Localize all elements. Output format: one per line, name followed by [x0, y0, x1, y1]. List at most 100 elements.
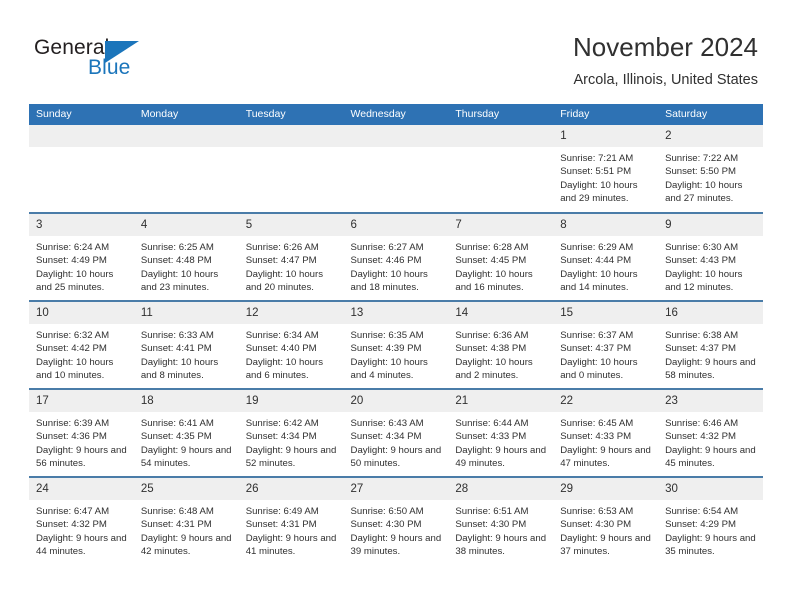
day-number: 9: [658, 214, 763, 236]
calendar-day-cell[interactable]: 22 Sunrise: 6:45 AM Sunset: 4:33 PM Dayligh…: [553, 388, 659, 477]
daylight-text: Daylight: 9 hours and 45 minutes.: [665, 444, 756, 470]
day-number: 18: [133, 390, 239, 412]
day-details: Sunrise: 6:47 AM Sunset: 4:32 PM Daylight:…: [29, 500, 134, 559]
sunrise-text: Sunrise: 6:48 AM: [140, 506, 214, 517]
day-number: 19: [238, 390, 344, 412]
day-number: 17: [29, 390, 134, 412]
calendar-day-cell[interactable]: 16 Sunrise: 6:38 AM Sunset: 4:37 PM Dayligh…: [658, 300, 763, 389]
day-number: 24: [29, 478, 134, 500]
calendar-day-cell[interactable]: 5 Sunrise: 6:26 AM Sunset: 4:47 PM Daylight…: [238, 212, 344, 301]
calendar-day-cell[interactable]: 23 Sunrise: 6:46 AM Sunset: 4:32 PM Dayligh…: [658, 388, 763, 477]
general-blue-logo[interactable]: General Blue: [34, 36, 164, 82]
day-details: Sunrise: 6:26 AM Sunset: 4:47 PM Daylight:…: [239, 236, 344, 295]
day-number: 29: [553, 478, 659, 500]
sunrise-text: Sunrise: 6:41 AM: [140, 418, 214, 429]
day-details: Sunrise: 6:53 AM Sunset: 4:30 PM Daylight:…: [553, 500, 658, 559]
sunrise-text: Sunrise: 6:46 AM: [665, 418, 739, 429]
calendar-week-row: 10 Sunrise: 6:32 AM Sunset: 4:42 PM Dayligh…: [29, 300, 763, 389]
day-details: Sunrise: 6:33 AM Sunset: 4:41 PM Daylight:…: [134, 324, 239, 383]
day-number: [133, 125, 239, 147]
day-details: Sunrise: 6:38 AM Sunset: 4:37 PM Daylight:…: [658, 324, 763, 383]
calendar-day-cell[interactable]: 30 Sunrise: 6:54 AM Sunset: 4:29 PM Dayligh…: [658, 476, 763, 565]
day-details: Sunrise: 6:36 AM Sunset: 4:38 PM Daylight:…: [448, 324, 553, 383]
sunset-text: Sunset: 4:47 PM: [245, 255, 317, 267]
calendar-day-cell[interactable]: 1 Sunrise: 7:21 AM Sunset: 5:51 PM Daylight…: [553, 125, 659, 213]
day-details: Sunrise: 6:30 AM Sunset: 4:43 PM Daylight:…: [658, 236, 763, 295]
day-number: 11: [133, 302, 239, 324]
day-details: Sunrise: 6:42 AM Sunset: 4:34 PM Daylight:…: [239, 412, 344, 471]
daylight-text: Daylight: 9 hours and 42 minutes.: [140, 532, 232, 558]
daylight-text: Daylight: 10 hours and 14 minutes.: [560, 268, 638, 294]
calendar-day-cell[interactable]: 18 Sunrise: 6:41 AM Sunset: 4:35 PM Dayligh…: [133, 388, 239, 477]
calendar-day-cell[interactable]: 21 Sunrise: 6:44 AM Sunset: 4:33 PM Dayligh…: [448, 388, 554, 477]
calendar-day-cell[interactable]: 25 Sunrise: 6:48 AM Sunset: 4:31 PM Dayligh…: [133, 476, 239, 565]
day-details: Sunrise: 6:50 AM Sunset: 4:30 PM Daylight:…: [344, 500, 449, 559]
calendar-body: 1 Sunrise: 7:21 AM Sunset: 5:51 PM Daylight…: [29, 125, 763, 565]
sunset-text: Sunset: 4:29 PM: [665, 519, 736, 531]
day-number: 16: [658, 302, 763, 324]
calendar-day-cell[interactable]: 3 Sunrise: 6:24 AM Sunset: 4:49 PM Daylight…: [29, 212, 134, 301]
daylight-text: Daylight: 10 hours and 20 minutes.: [245, 268, 324, 294]
day-details: Sunrise: 6:35 AM Sunset: 4:39 PM Daylight:…: [344, 324, 449, 383]
sunrise-text: Sunrise: 6:53 AM: [560, 506, 634, 517]
daylight-text: Daylight: 9 hours and 50 minutes.: [350, 444, 442, 470]
day-number: 20: [343, 390, 449, 412]
calendar-day-cell[interactable]: 13 Sunrise: 6:35 AM Sunset: 4:39 PM Dayligh…: [343, 300, 449, 389]
calendar-day-cell[interactable]: 12 Sunrise: 6:34 AM Sunset: 4:40 PM Dayligh…: [238, 300, 344, 389]
calendar-week-row: 24 Sunrise: 6:47 AM Sunset: 4:32 PM Dayligh…: [29, 476, 763, 565]
sunset-text: Sunset: 4:32 PM: [36, 519, 107, 531]
day-details: Sunrise: 6:34 AM Sunset: 4:40 PM Daylight:…: [239, 324, 344, 383]
sunset-text: Sunset: 4:41 PM: [140, 343, 212, 355]
calendar-day-cell[interactable]: 11 Sunrise: 6:33 AM Sunset: 4:41 PM Dayligh…: [133, 300, 239, 389]
calendar-day-cell[interactable]: 6 Sunrise: 6:27 AM Sunset: 4:46 PM Daylight…: [343, 212, 449, 301]
calendar-day-cell[interactable]: 17 Sunrise: 6:39 AM Sunset: 4:36 PM Dayligh…: [29, 388, 134, 477]
sunset-text: Sunset: 4:37 PM: [560, 343, 632, 355]
sunrise-text: Sunrise: 6:47 AM: [36, 506, 110, 517]
calendar-day-cell[interactable]: 10 Sunrise: 6:32 AM Sunset: 4:42 PM Dayligh…: [29, 300, 134, 389]
sunset-text: Sunset: 4:43 PM: [665, 255, 736, 267]
calendar-day-cell[interactable]: 27 Sunrise: 6:50 AM Sunset: 4:30 PM Dayligh…: [343, 476, 449, 565]
sunset-text: Sunset: 4:46 PM: [350, 255, 422, 267]
day-number: 4: [133, 214, 239, 236]
daylight-text: Daylight: 10 hours and 2 minutes.: [455, 356, 533, 382]
calendar-day-cell[interactable]: 8 Sunrise: 6:29 AM Sunset: 4:44 PM Daylight…: [553, 212, 659, 301]
day-details: Sunrise: 6:48 AM Sunset: 4:31 PM Daylight:…: [134, 500, 239, 559]
calendar-day-cell[interactable]: 2 Sunrise: 7:22 AM Sunset: 5:50 PM Daylight…: [658, 125, 763, 213]
weekday-header-friday: Friday: [553, 104, 659, 125]
sunset-text: Sunset: 4:30 PM: [350, 519, 422, 531]
sunrise-text: Sunrise: 6:26 AM: [245, 242, 319, 253]
sunrise-text: Sunrise: 6:49 AM: [245, 506, 319, 517]
calendar-day-cell[interactable]: 20 Sunrise: 6:43 AM Sunset: 4:34 PM Dayligh…: [343, 388, 449, 477]
calendar-day-cell[interactable]: 7 Sunrise: 6:28 AM Sunset: 4:45 PM Daylight…: [448, 212, 554, 301]
sunrise-text: Sunrise: 6:35 AM: [350, 330, 424, 341]
daylight-text: Daylight: 9 hours and 44 minutes.: [36, 532, 127, 558]
day-details: Sunrise: 6:51 AM Sunset: 4:30 PM Daylight:…: [448, 500, 553, 559]
sunset-text: Sunset: 4:30 PM: [455, 519, 527, 531]
calendar-day-cell[interactable]: 19 Sunrise: 6:42 AM Sunset: 4:34 PM Dayligh…: [238, 388, 344, 477]
day-number: 10: [29, 302, 134, 324]
calendar-day-cell[interactable]: 29 Sunrise: 6:53 AM Sunset: 4:30 PM Dayligh…: [553, 476, 659, 565]
calendar-day-cell-empty: [29, 125, 134, 213]
day-number: [448, 125, 554, 147]
sunset-text: Sunset: 4:49 PM: [36, 255, 107, 267]
daylight-text: Daylight: 9 hours and 41 minutes.: [245, 532, 337, 558]
calendar-day-cell[interactable]: 9 Sunrise: 6:30 AM Sunset: 4:43 PM Daylight…: [658, 212, 763, 301]
daylight-text: Daylight: 9 hours and 49 minutes.: [455, 444, 547, 470]
sunrise-text: Sunrise: 6:28 AM: [455, 242, 529, 253]
day-details: Sunrise: 6:32 AM Sunset: 4:42 PM Daylight:…: [29, 324, 134, 383]
calendar-day-cell[interactable]: 14 Sunrise: 6:36 AM Sunset: 4:38 PM Dayligh…: [448, 300, 554, 389]
calendar-day-cell[interactable]: 24 Sunrise: 6:47 AM Sunset: 4:32 PM Dayligh…: [29, 476, 134, 565]
calendar-day-cell[interactable]: 26 Sunrise: 6:49 AM Sunset: 4:31 PM Dayligh…: [238, 476, 344, 565]
day-details: Sunrise: 6:46 AM Sunset: 4:32 PM Daylight:…: [658, 412, 763, 471]
calendar-day-cell[interactable]: 28 Sunrise: 6:51 AM Sunset: 4:30 PM Dayligh…: [448, 476, 554, 565]
daylight-text: Daylight: 9 hours and 39 minutes.: [350, 532, 442, 558]
calendar-day-cell[interactable]: 15 Sunrise: 6:37 AM Sunset: 4:37 PM Dayligh…: [553, 300, 659, 389]
sunset-text: Sunset: 4:35 PM: [140, 431, 212, 443]
calendar-day-cell[interactable]: 4 Sunrise: 6:25 AM Sunset: 4:48 PM Daylight…: [133, 212, 239, 301]
sunrise-text: Sunrise: 6:42 AM: [245, 418, 319, 429]
day-number: 8: [553, 214, 659, 236]
calendar-week-row: 3 Sunrise: 6:24 AM Sunset: 4:49 PM Daylight…: [29, 212, 763, 301]
sunset-text: Sunset: 4:32 PM: [665, 431, 736, 443]
daylight-text: Daylight: 10 hours and 23 minutes.: [140, 268, 219, 294]
sunset-text: Sunset: 4:48 PM: [140, 255, 212, 267]
